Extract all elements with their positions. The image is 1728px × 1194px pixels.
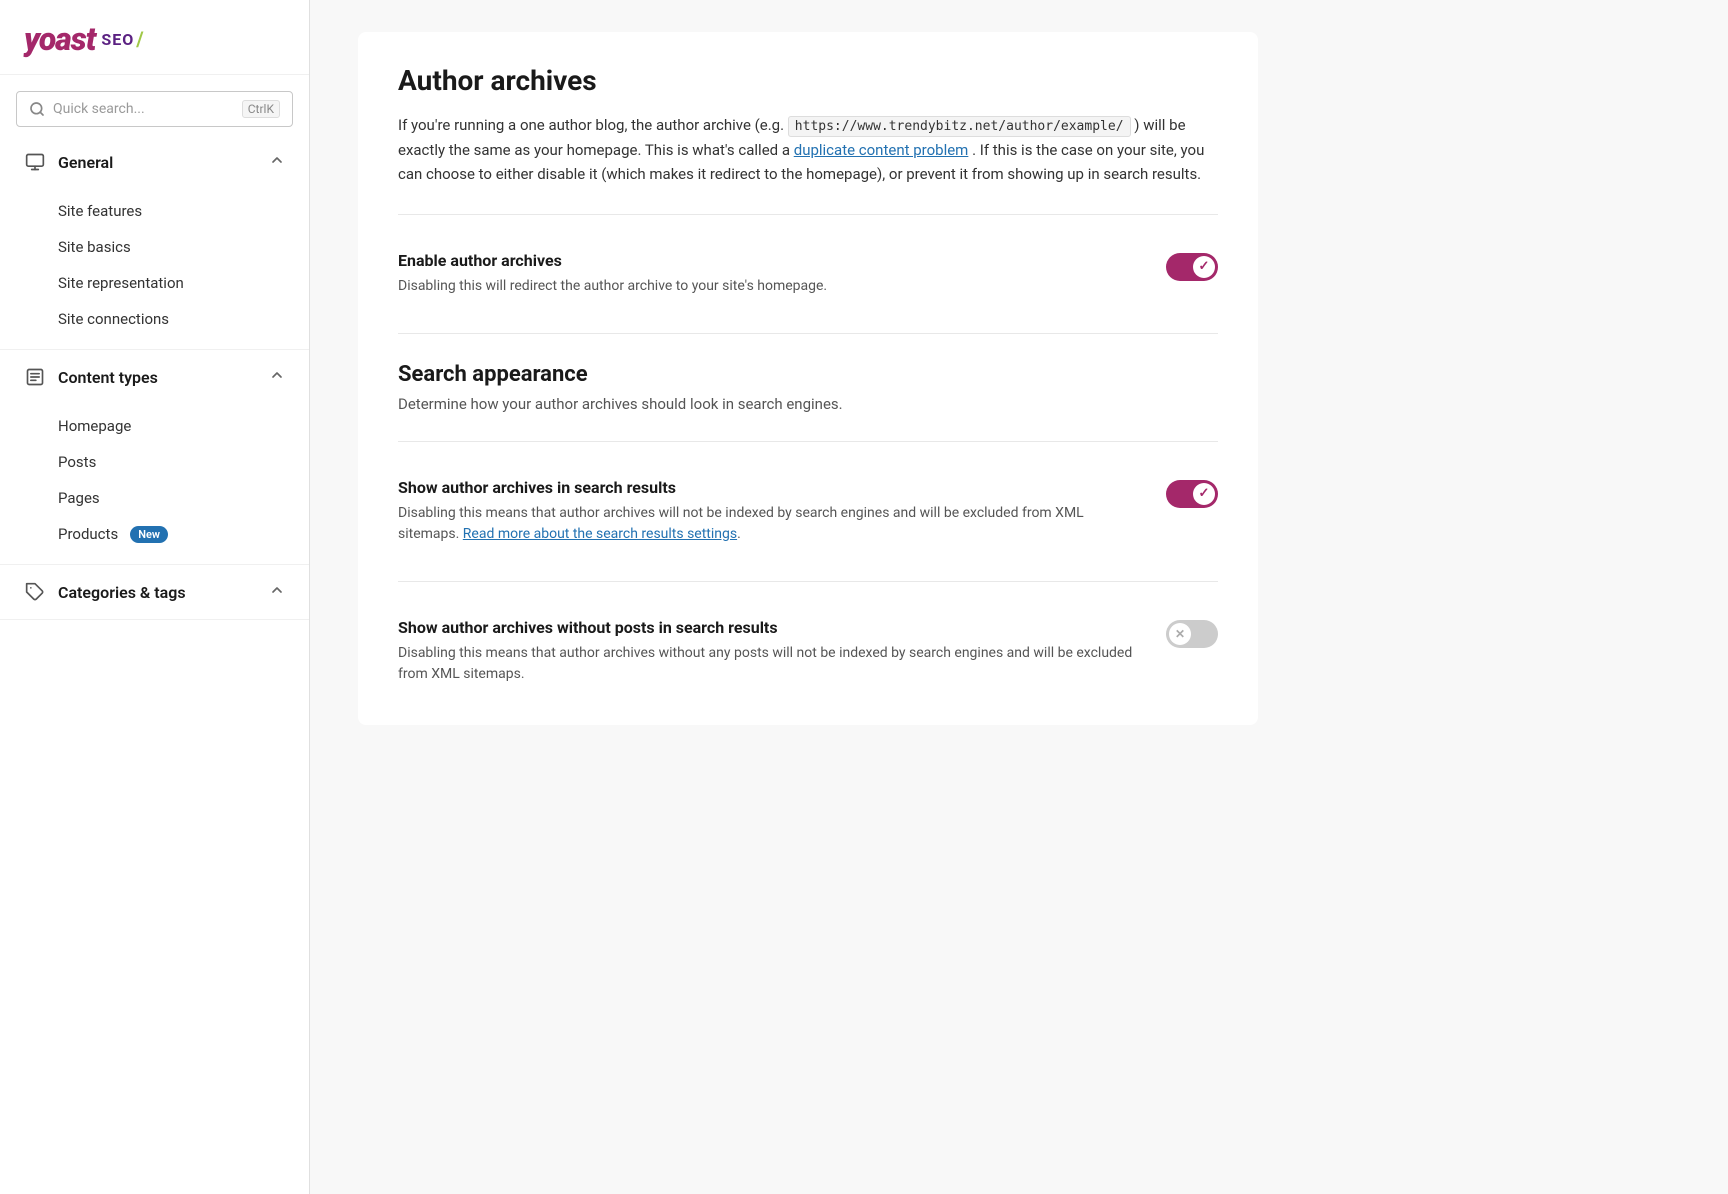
toggle-thumb-enable-archives: ✓ (1193, 256, 1215, 278)
toggle-check-icon-2: ✓ (1199, 486, 1210, 501)
sidebar-item-homepage[interactable]: Homepage (0, 408, 309, 444)
toggle-container-enable-archives: ✓ (1166, 251, 1218, 281)
sidebar-item-posts[interactable]: Posts (0, 444, 309, 480)
nav-section-categories-tags: Categories & tags (0, 565, 309, 620)
toggle-show-without-posts[interactable]: ✕ (1166, 620, 1218, 648)
search-appearance-section: Search appearance Determine how your aut… (398, 362, 1218, 693)
sidebar-item-site-connections[interactable]: Site connections (0, 301, 309, 337)
categories-tags-chevron-icon (269, 582, 285, 602)
main-content: Author archives If you're running a one … (310, 0, 1728, 1194)
logo-slash: / (136, 27, 143, 51)
setting-info-show-in-search: Show author archives in search results D… (398, 478, 1142, 545)
content-types-chevron-icon (269, 367, 285, 387)
nav-section-categories-tags-header[interactable]: Categories & tags (0, 565, 309, 619)
document-icon (24, 366, 46, 388)
setting-label-enable-archives: Enable author archives (398, 251, 1142, 270)
setting-info-show-without-posts: Show author archives without posts in se… (398, 618, 1142, 685)
toggle-thumb-show-without-posts: ✕ (1169, 623, 1191, 645)
sidebar: yoast SEO / Quick search... CtrlK Genera… (0, 0, 310, 1194)
logo-area: yoast SEO / (0, 0, 309, 75)
tag-icon (24, 581, 46, 603)
intro-paragraph: If you're running a one author blog, the… (398, 113, 1218, 186)
general-section-title: General (58, 153, 257, 172)
toggle-container-show-without-posts: ✕ (1166, 618, 1218, 648)
setting-row-enable-archives: Enable author archives Disabling this wi… (398, 243, 1218, 305)
sidebar-item-products[interactable]: Products New (0, 516, 309, 552)
setting-info-enable-archives: Enable author archives Disabling this wi… (398, 251, 1142, 297)
nav-section-general-header[interactable]: General (0, 135, 309, 189)
nav-section-content-types: Content types Homepage Posts Pages Produ… (0, 350, 309, 565)
monitor-icon (24, 151, 46, 173)
logo-seo: SEO (101, 30, 134, 49)
divider-3 (398, 441, 1218, 442)
logo: yoast SEO / (24, 20, 285, 58)
setting-label-show-in-search: Show author archives in search results (398, 478, 1142, 497)
nav-section-general: General Site features Site basics Site r… (0, 135, 309, 350)
page-title: Author archives (398, 64, 1218, 97)
search-placeholder: Quick search... (53, 101, 234, 117)
setting-row-show-in-search: Show author archives in search results D… (398, 470, 1218, 553)
search-appearance-desc: Determine how your author archives shoul… (398, 395, 1218, 413)
setting-row-show-without-posts: Show author archives without posts in se… (398, 610, 1218, 693)
sidebar-item-site-representation[interactable]: Site representation (0, 265, 309, 301)
categories-tags-section-title: Categories & tags (58, 583, 257, 602)
toggle-x-icon: ✕ (1175, 627, 1185, 641)
intro-code: https://www.trendybitz.net/author/exampl… (788, 116, 1131, 137)
search-box[interactable]: Quick search... CtrlK (16, 91, 293, 127)
nav-section-content-types-header[interactable]: Content types (0, 350, 309, 404)
content-types-section-title: Content types (58, 368, 257, 387)
search-shortcut: CtrlK (242, 100, 280, 118)
setting-desc-show-in-search: Disabling this means that author archive… (398, 503, 1142, 545)
general-nav-items: Site features Site basics Site represent… (0, 189, 309, 349)
logo-yoast: yoast (24, 20, 95, 58)
search-appearance-title: Search appearance (398, 362, 1218, 387)
sidebar-item-pages[interactable]: Pages (0, 480, 309, 516)
sidebar-item-site-features[interactable]: Site features (0, 193, 309, 229)
divider-2 (398, 333, 1218, 334)
setting-label-show-without-posts: Show author archives without posts in se… (398, 618, 1142, 637)
setting-desc-enable-archives: Disabling this will redirect the author … (398, 276, 1142, 297)
setting-desc-show-without-posts: Disabling this means that author archive… (398, 643, 1142, 685)
toggle-container-show-in-search: ✓ (1166, 478, 1218, 508)
content-card: Author archives If you're running a one … (358, 32, 1258, 725)
sidebar-item-site-basics[interactable]: Site basics (0, 229, 309, 265)
duplicate-content-link[interactable]: duplicate content problem (794, 141, 969, 159)
toggle-show-in-search[interactable]: ✓ (1166, 480, 1218, 508)
intro-line1: If you're running a one author blog, the… (398, 116, 784, 134)
toggle-check-icon: ✓ (1199, 259, 1210, 274)
divider-4 (398, 581, 1218, 582)
read-more-link[interactable]: Read more about the search results setti… (463, 526, 737, 542)
toggle-thumb-show-in-search: ✓ (1193, 483, 1215, 505)
general-chevron-icon (269, 152, 285, 172)
toggle-enable-archives[interactable]: ✓ (1166, 253, 1218, 281)
divider-1 (398, 214, 1218, 215)
content-types-nav-items: Homepage Posts Pages Products New (0, 404, 309, 564)
products-new-badge: New (130, 526, 168, 543)
search-icon (29, 101, 45, 117)
